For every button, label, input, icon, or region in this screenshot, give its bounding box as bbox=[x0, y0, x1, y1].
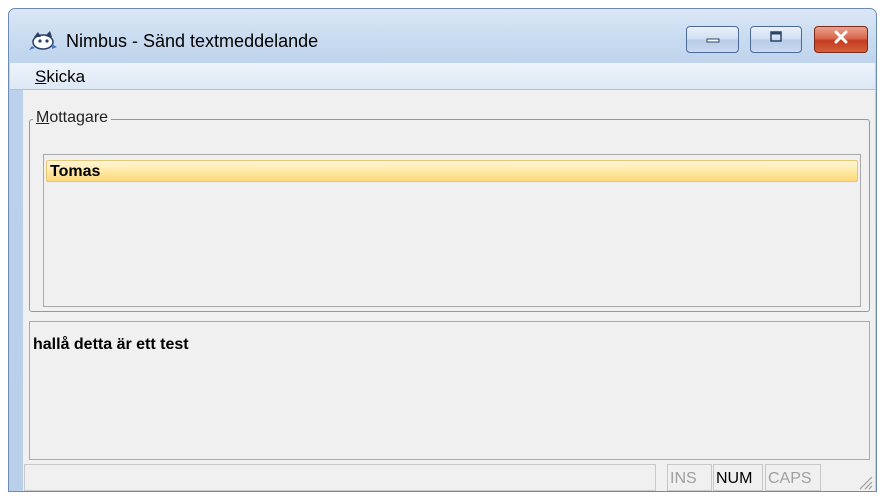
recipients-list[interactable]: Tomas bbox=[43, 154, 861, 307]
app-window: Nimbus - Sänd textmeddelande Skicka Mott… bbox=[8, 8, 877, 492]
window-title: Nimbus - Sänd textmeddelande bbox=[66, 31, 319, 51]
maximize-button[interactable] bbox=[750, 26, 802, 53]
message-textarea[interactable]: hallå detta är ett test bbox=[29, 321, 870, 460]
close-button[interactable] bbox=[814, 26, 868, 53]
client-area: Mottagare Tomas hallå detta är ett test … bbox=[23, 90, 875, 491]
nimbus-app-icon[interactable] bbox=[29, 28, 59, 54]
recipients-legend-accelerator: M bbox=[36, 109, 50, 126]
menu-bar: Skicka bbox=[10, 63, 875, 90]
resize-grip-icon[interactable] bbox=[857, 474, 873, 490]
recipients-legend-label: ottagare bbox=[49, 109, 109, 126]
minimize-icon bbox=[705, 31, 721, 49]
status-num-indicator: NUM bbox=[713, 464, 763, 491]
status-caps-indicator: CAPS bbox=[765, 464, 821, 491]
recipients-legend: Mottagare bbox=[33, 109, 112, 127]
recipient-item-tomas[interactable]: Tomas bbox=[46, 160, 858, 182]
title-bar[interactable]: Nimbus - Sänd textmeddelande bbox=[9, 9, 876, 63]
status-bar: INS NUM CAPS bbox=[23, 463, 875, 491]
maximize-icon bbox=[768, 30, 784, 49]
menu-item-skicka-label: kicka bbox=[46, 67, 86, 86]
status-ins-indicator: INS bbox=[667, 464, 712, 491]
menu-item-skicka-accelerator: S bbox=[35, 67, 47, 86]
minimize-button[interactable] bbox=[686, 26, 739, 53]
close-icon bbox=[832, 29, 850, 50]
menu-item-skicka[interactable]: Skicka bbox=[35, 67, 85, 87]
status-panel-main bbox=[24, 464, 656, 491]
